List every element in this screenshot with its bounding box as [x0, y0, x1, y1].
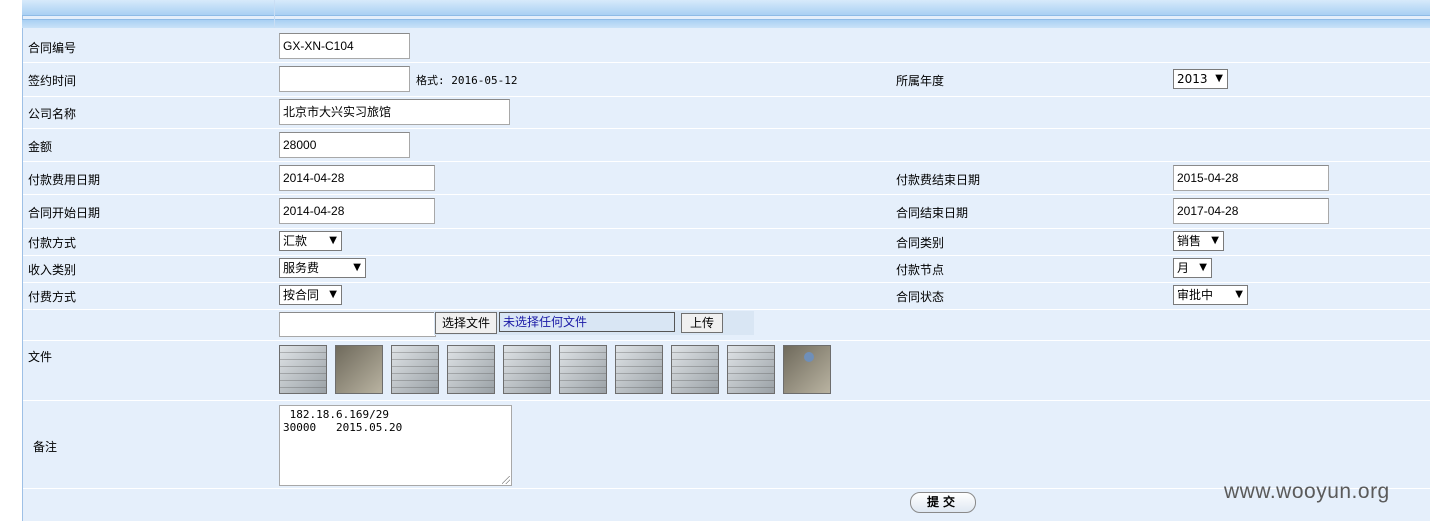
- remarks-textarea[interactable]: 182.18.6.169/29 30000 2015.05.20: [279, 405, 512, 486]
- remarks-text: 182.18.6.169/29 30000 2015.05.20: [283, 408, 403, 434]
- contract-type-select[interactable]: 销售 ▼: [1173, 231, 1224, 251]
- file-thumbnail[interactable]: [671, 345, 719, 394]
- submit-button[interactable]: 提交: [910, 492, 976, 513]
- emblem-icon: [804, 352, 814, 362]
- file-thumbnail[interactable]: [391, 345, 439, 394]
- amount-input[interactable]: 28000: [279, 132, 410, 158]
- contract-end-input[interactable]: 2017-04-28: [1173, 198, 1329, 224]
- fee-end-label: 付款费结束日期: [896, 173, 981, 187]
- payment-method-label: 付款方式: [28, 236, 77, 250]
- fiscal-year-value: 2013: [1177, 72, 1208, 86]
- watermark: www.wooyun.org: [1224, 480, 1390, 503]
- payment-node-select[interactable]: 月 ▼: [1173, 258, 1212, 278]
- company-name-label: 公司名称: [28, 107, 77, 121]
- contract-start-label: 合同开始日期: [28, 206, 101, 220]
- income-type-label: 收入类别: [28, 263, 77, 277]
- row-divider: [23, 282, 1430, 283]
- contract-start-input[interactable]: 2014-04-28: [279, 198, 435, 224]
- contract-type-value: 销售: [1177, 234, 1202, 248]
- contract-no-label: 合同编号: [28, 41, 77, 55]
- row-divider: [23, 161, 1430, 162]
- fee-method-select[interactable]: 按合同 ▼: [279, 285, 342, 305]
- fee-end-input[interactable]: 2015-04-28: [1173, 165, 1329, 191]
- resize-handle-icon[interactable]: [502, 476, 510, 484]
- no-file-selected-text: 未选择任何文件: [499, 312, 675, 332]
- row-divider: [23, 96, 1430, 97]
- fee-start-input[interactable]: 2014-04-28: [279, 165, 435, 191]
- dropdown-arrow-icon: ▼: [1235, 289, 1243, 300]
- row-divider: [23, 255, 1430, 256]
- panel-subheader: [22, 19, 1430, 28]
- income-type-select[interactable]: 服务费 ▼: [279, 258, 366, 278]
- sign-time-input[interactable]: [279, 66, 410, 92]
- payment-node-label: 付款节点: [896, 263, 945, 277]
- row-divider: [23, 228, 1430, 229]
- fiscal-year-select[interactable]: 2013 ▼: [1173, 69, 1228, 89]
- amount-label: 金额: [28, 140, 53, 154]
- contract-status-label: 合同状态: [896, 290, 945, 304]
- row-divider: [23, 194, 1430, 195]
- file-thumbnail[interactable]: [783, 345, 831, 394]
- row-divider: [23, 400, 1430, 401]
- contract-no-input[interactable]: GX-XN-C104: [279, 33, 410, 59]
- file-thumbnail[interactable]: [447, 345, 495, 394]
- file-label: 文件: [28, 350, 53, 364]
- panel-header: [22, 0, 1430, 16]
- upload-button[interactable]: 上传: [681, 313, 724, 333]
- file-thumbnail[interactable]: [503, 345, 551, 394]
- row-divider: [23, 340, 1430, 341]
- row-divider: [23, 62, 1430, 63]
- payment-node-value: 月: [1177, 261, 1190, 275]
- file-thumbnail[interactable]: [279, 345, 327, 394]
- header-divider: [274, 0, 275, 28]
- date-format-hint: 格式: 2016-05-12: [416, 74, 518, 87]
- dropdown-arrow-icon: ▼: [1215, 73, 1223, 84]
- file-thumbnail[interactable]: [727, 345, 775, 394]
- file-path-input[interactable]: [279, 312, 436, 337]
- row-divider: [23, 128, 1430, 129]
- dropdown-arrow-icon: ▼: [353, 262, 361, 273]
- fee-method-label: 付费方式: [28, 290, 77, 304]
- upload-area: 选择文件 未选择任何文件 上传: [434, 311, 754, 335]
- file-thumbnail[interactable]: [335, 345, 383, 394]
- dropdown-arrow-icon: ▼: [329, 289, 337, 300]
- remarks-label: 备注: [33, 440, 58, 454]
- row-divider: [23, 488, 1430, 489]
- payment-method-value: 汇款: [283, 234, 308, 248]
- income-type-value: 服务费: [283, 261, 320, 275]
- payment-method-select[interactable]: 汇款 ▼: [279, 231, 342, 251]
- dropdown-arrow-icon: ▼: [329, 235, 337, 246]
- fiscal-year-label: 所属年度: [896, 74, 945, 88]
- contract-status-value: 审批中: [1177, 288, 1214, 302]
- file-thumbnail[interactable]: [559, 345, 607, 394]
- fee-method-value: 按合同: [283, 288, 320, 302]
- row-divider: [23, 309, 1430, 310]
- contract-status-select[interactable]: 审批中 ▼: [1173, 285, 1248, 305]
- choose-file-button[interactable]: 选择文件: [435, 312, 498, 334]
- contract-type-label: 合同类别: [896, 236, 945, 250]
- contract-end-label: 合同结束日期: [896, 206, 969, 220]
- file-thumbnail[interactable]: [615, 345, 663, 394]
- fee-start-label: 付款费用日期: [28, 173, 101, 187]
- dropdown-arrow-icon: ▼: [1211, 235, 1219, 246]
- sign-time-label: 签约时间: [28, 74, 77, 88]
- company-name-input[interactable]: 北京市大兴实习旅馆: [279, 99, 510, 125]
- dropdown-arrow-icon: ▼: [1199, 262, 1207, 273]
